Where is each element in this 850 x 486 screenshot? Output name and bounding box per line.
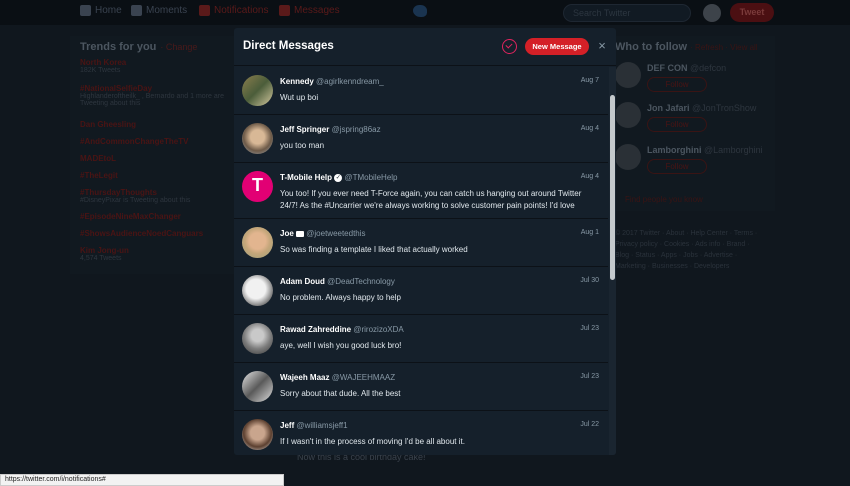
avatar[interactable] bbox=[242, 275, 273, 306]
trends-panel: Trends for you · Change North Korea 182K T… bbox=[70, 36, 240, 274]
home-icon bbox=[80, 5, 91, 16]
direct-messages-modal: Direct Messages New Message × Kennedy @a… bbox=[234, 28, 616, 455]
mark-all-read-icon[interactable] bbox=[502, 39, 517, 54]
avatar[interactable] bbox=[242, 123, 273, 154]
nav-notifications[interactable]: Notifications bbox=[199, 5, 268, 16]
message-date: Jul 22 bbox=[580, 421, 599, 428]
trend-item[interactable]: #AndCommonChangeTheTV bbox=[80, 137, 188, 146]
avatar[interactable] bbox=[242, 323, 273, 354]
conversation-item[interactable]: Joe @joetweetedthis Aug 1 So was finding… bbox=[234, 219, 608, 267]
avatar[interactable] bbox=[242, 227, 273, 258]
avatar[interactable] bbox=[242, 171, 273, 202]
nav-moments[interactable]: Moments bbox=[131, 5, 187, 16]
profile-avatar[interactable] bbox=[703, 4, 721, 22]
message-date: Aug 4 bbox=[580, 125, 599, 132]
trend-item[interactable]: #ShowsAudienceNoedCanguars bbox=[80, 229, 203, 238]
new-message-button[interactable]: New Message bbox=[525, 38, 589, 55]
avatar[interactable] bbox=[615, 102, 641, 128]
trends-title: Trends for you · Change bbox=[80, 41, 198, 53]
message-preview: You too! If you ever need T-Force again,… bbox=[280, 189, 582, 210]
trend-item[interactable]: #ThursdayThoughts #DisneyPixar is Tweetin… bbox=[80, 188, 190, 204]
moments-icon bbox=[131, 5, 142, 16]
trend-item[interactable]: Kim Jong-un 4,574 Tweets bbox=[80, 246, 129, 262]
trends-change-link[interactable]: · Change bbox=[160, 42, 197, 52]
conversation-item[interactable]: Kennedy @agirlkenndream_ Aug 7 Wut up bo… bbox=[234, 67, 608, 115]
message-date: Aug 4 bbox=[580, 173, 599, 180]
wtf-user: DEF CON @defcon Follow bbox=[615, 60, 770, 100]
message-preview: If I wasn't in the process of moving I'd… bbox=[280, 437, 465, 446]
top-navbar: Home Moments Notifications Messages Sear… bbox=[0, 0, 850, 25]
search-input[interactable]: Search Twitter bbox=[563, 4, 691, 22]
follow-button[interactable]: Follow bbox=[647, 117, 707, 132]
message-preview: aye, well I wish you good luck bro! bbox=[280, 341, 402, 350]
message-date: Jul 23 bbox=[580, 373, 599, 380]
trend-item[interactable]: #TheLegit bbox=[80, 171, 118, 180]
scrollbar-thumb[interactable] bbox=[610, 95, 615, 280]
nav-messages[interactable]: Messages bbox=[279, 5, 340, 16]
conversation-item[interactable]: Wajeeh Maaz @WAJEEHMAAZ Jul 23 Sorry abo… bbox=[234, 363, 608, 411]
trend-item[interactable]: MADEtoL bbox=[80, 154, 116, 163]
find-people-link[interactable]: Find people you know bbox=[625, 195, 703, 204]
message-preview: Sorry about that dude. All the best bbox=[280, 389, 401, 398]
trend-item[interactable]: Dan Gheesling bbox=[80, 120, 136, 129]
conversation-list: Kennedy @agirlkenndream_ Aug 7 Wut up bo… bbox=[234, 67, 608, 455]
status-bar-url: https://twitter.com/i/notifications# bbox=[0, 474, 284, 486]
who-to-follow-panel: Who to follow · Refresh · View all DEF C… bbox=[607, 36, 775, 211]
envelope-icon bbox=[279, 5, 290, 16]
tweet-button[interactable]: Tweet bbox=[730, 3, 774, 22]
avatar[interactable] bbox=[615, 144, 641, 170]
trend-item[interactable]: #NationalSelfieDay Highlanderoftheilk_ , … bbox=[80, 84, 230, 107]
avatar[interactable] bbox=[242, 371, 273, 402]
conversation-item[interactable]: Rawad Zahreddine @rirozizoXDA Jul 23 aye… bbox=[234, 315, 608, 363]
message-preview: No problem. Always happy to help bbox=[280, 293, 401, 302]
avatar[interactable] bbox=[615, 62, 641, 88]
avatar[interactable] bbox=[242, 75, 273, 106]
bell-icon bbox=[199, 5, 210, 16]
follow-button[interactable]: Follow bbox=[647, 77, 707, 92]
conversation-item[interactable]: Adam Doud @DeadTechnology Jul 30 No prob… bbox=[234, 267, 608, 315]
scrollbar[interactable] bbox=[609, 67, 616, 455]
modal-title: Direct Messages bbox=[243, 40, 334, 52]
trend-item[interactable]: North Korea 182K Tweets bbox=[80, 58, 126, 74]
verified-badge-icon: ✓ bbox=[334, 173, 343, 182]
follow-button[interactable]: Follow bbox=[647, 159, 707, 174]
avatar[interactable] bbox=[242, 419, 273, 450]
message-preview: Wut up boi bbox=[280, 93, 319, 102]
message-date: Jul 23 bbox=[580, 325, 599, 332]
nav-home[interactable]: Home bbox=[80, 5, 122, 16]
conversation-item[interactable]: T-Mobile Help ✓ @TMobileHelp Aug 4 You t… bbox=[234, 163, 608, 219]
message-preview: So was finding a template I liked that a… bbox=[280, 245, 468, 254]
conversation-item[interactable]: Jeff Springer @jspring86az Aug 4 you too… bbox=[234, 115, 608, 163]
message-date: Jul 30 bbox=[580, 277, 599, 284]
message-preview: you too man bbox=[280, 141, 325, 150]
modal-header: Direct Messages New Message × bbox=[234, 28, 616, 66]
twitter-bird-icon[interactable] bbox=[413, 5, 427, 17]
wtf-user: Lamborghini @Lamborghini Follow bbox=[615, 142, 770, 182]
trend-item[interactable]: #EpisodeNineMaxChanger bbox=[80, 212, 181, 221]
wtf-title: Who to follow · Refresh · View all bbox=[615, 41, 758, 53]
camera-badge-icon bbox=[296, 230, 305, 237]
wtf-user: Jon Jafari @JonTronShow Follow bbox=[615, 100, 770, 140]
footer-links[interactable]: © 2017 Twitter · About · Help Center · T… bbox=[615, 228, 765, 272]
close-icon[interactable]: × bbox=[596, 39, 608, 53]
message-date: Aug 7 bbox=[580, 77, 599, 84]
conversation-item[interactable]: Jeff @williamsjeff1 Jul 22 If I wasn't i… bbox=[234, 411, 608, 455]
message-date: Aug 1 bbox=[580, 229, 599, 236]
